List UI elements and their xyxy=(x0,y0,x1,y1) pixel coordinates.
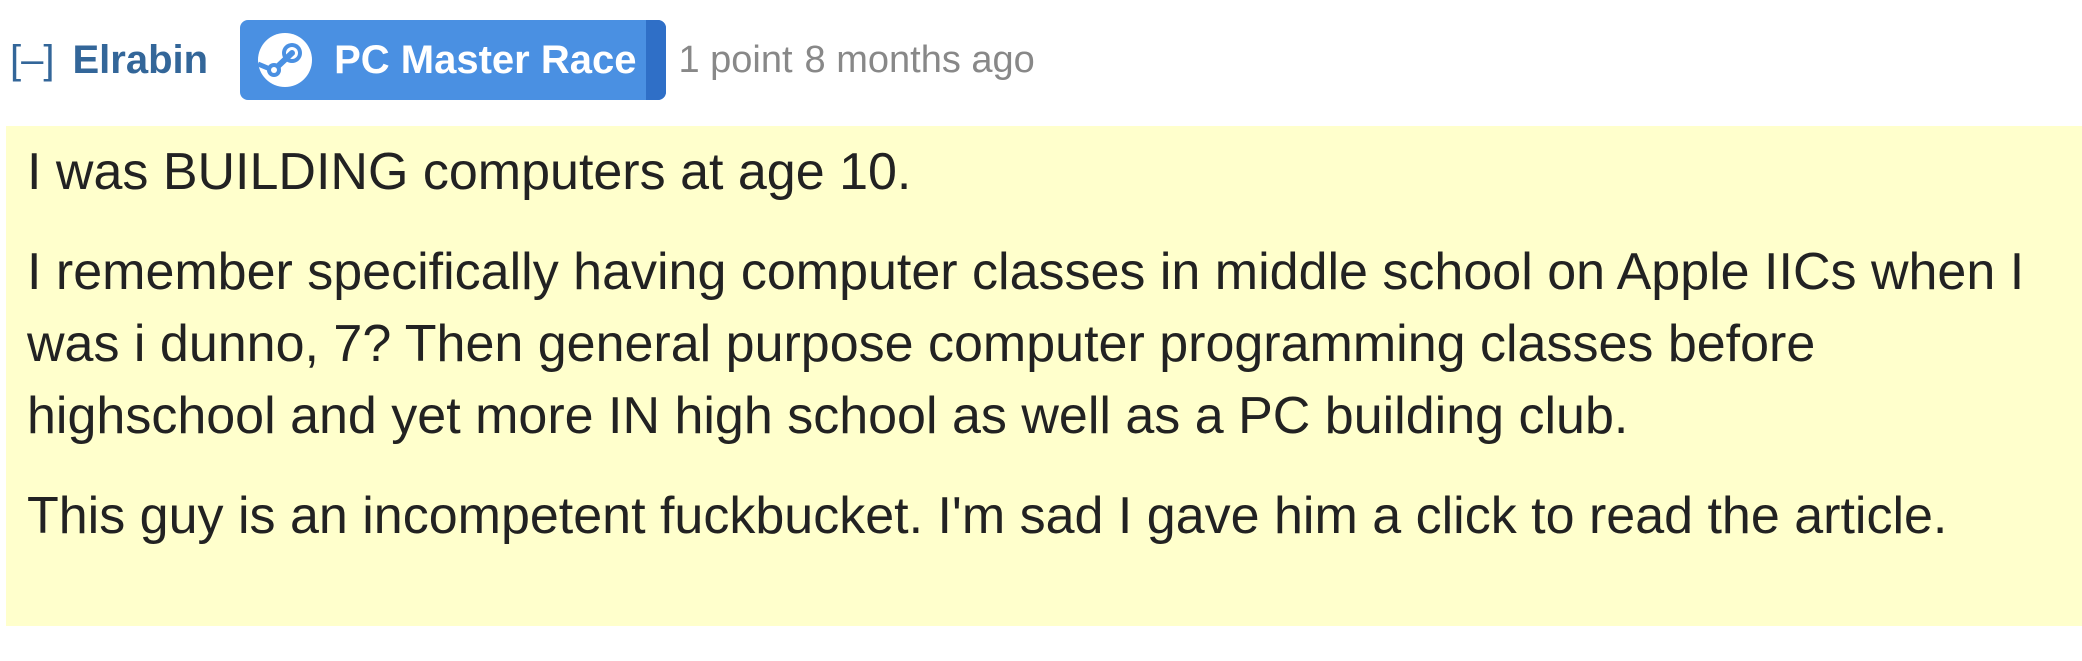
comment-paragraph: I was BUILDING computers at age 10. xyxy=(27,143,912,201)
comment-paragraph: I remember specifically having computer … xyxy=(27,243,2025,445)
comment-timestamp: 8 months ago xyxy=(804,38,1035,81)
comment-body: I was BUILDING computers at age 10. I re… xyxy=(6,126,2082,626)
author-link[interactable]: Elrabin xyxy=(72,38,208,83)
comment-paragraph: This guy is an incompetent fuckbucket. I… xyxy=(27,487,1948,545)
user-flair: PC Master Race xyxy=(240,20,667,100)
flair-text: PC Master Race xyxy=(334,37,637,82)
steam-icon xyxy=(256,31,314,89)
comment-score: 1 point xyxy=(678,38,793,81)
comment-tagline: [–] Elrabin PC Master Race 1 point 8 mon… xyxy=(10,20,1035,100)
collapse-toggle[interactable]: [–] xyxy=(10,38,54,83)
